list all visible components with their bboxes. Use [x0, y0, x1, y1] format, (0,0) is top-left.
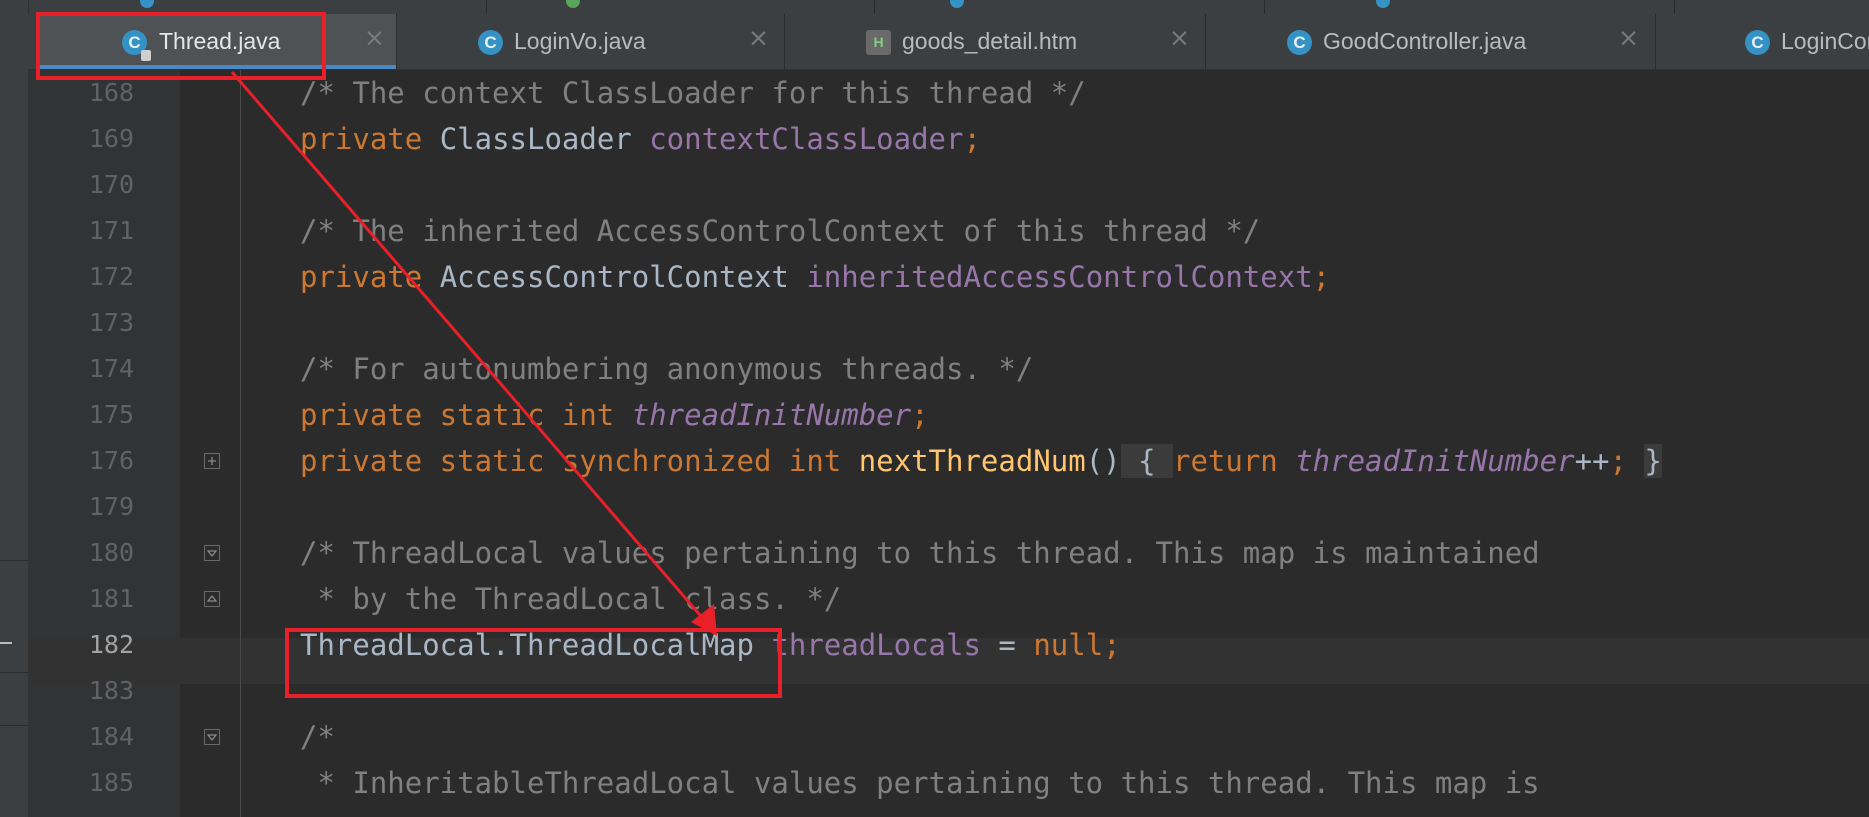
- annotation-arrow-line: [230, 71, 708, 623]
- annotation-arrow: [230, 71, 717, 636]
